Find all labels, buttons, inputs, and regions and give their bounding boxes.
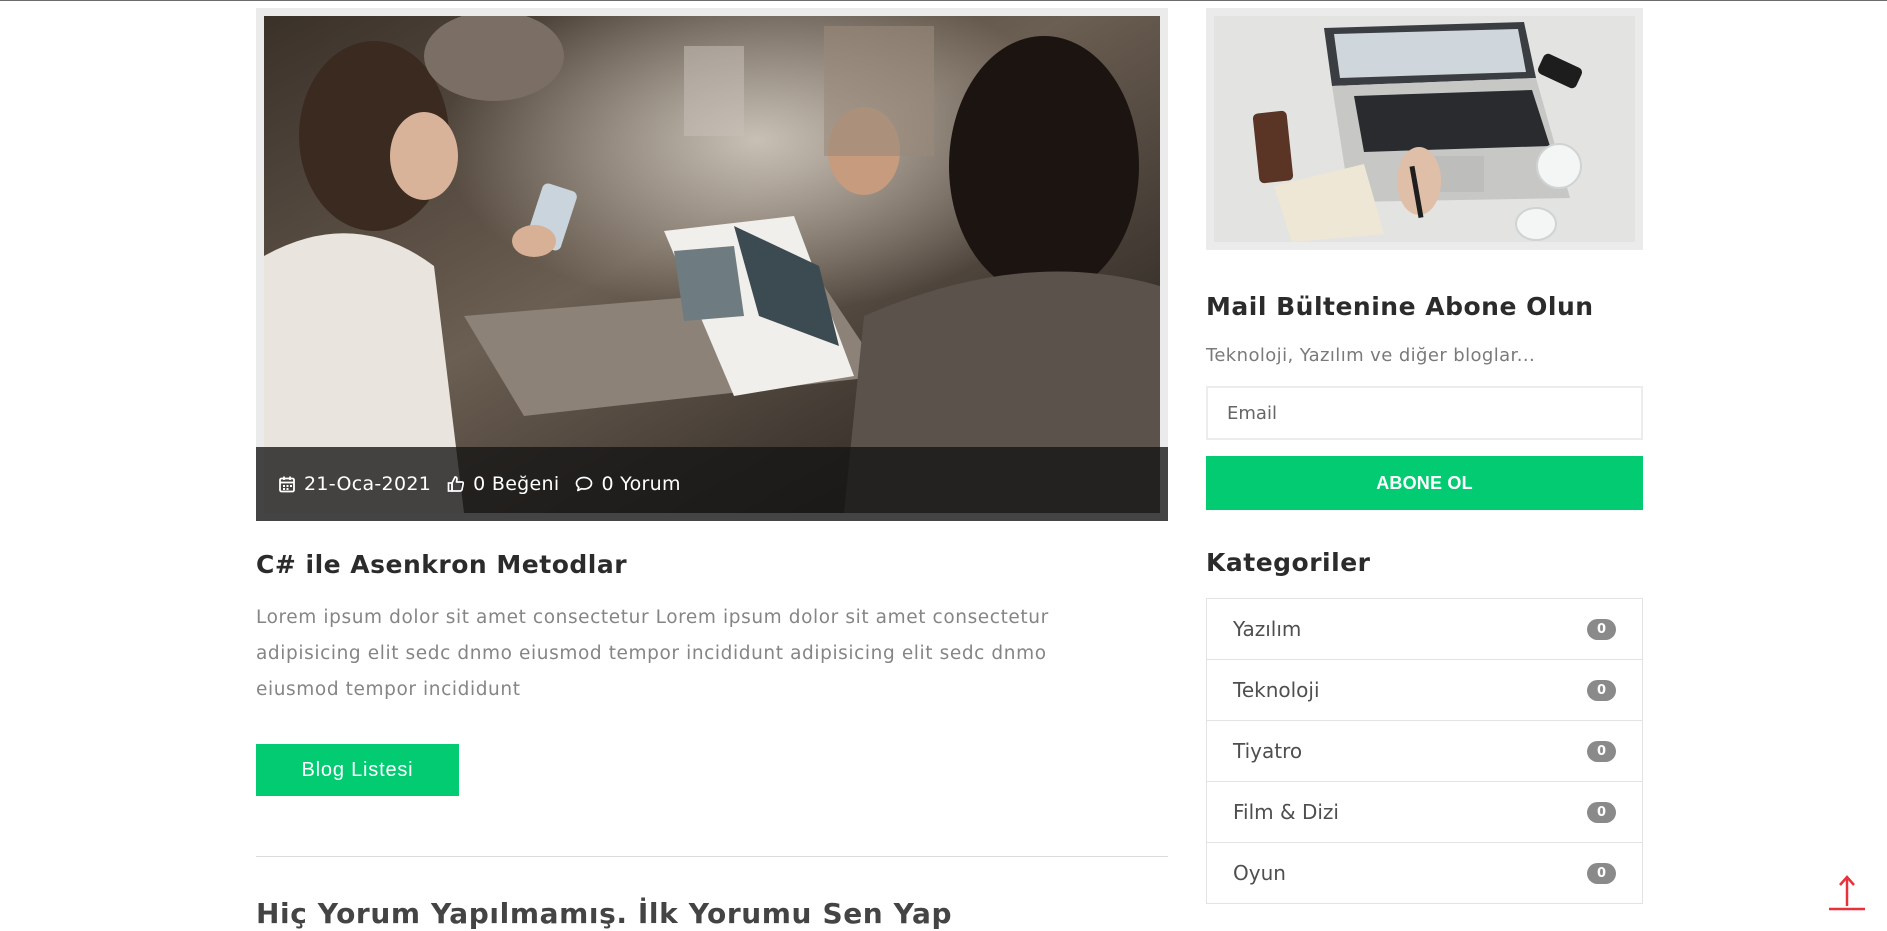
post-likes-text: 0 Beğeni [473, 473, 560, 495]
category-label: Oyun [1233, 861, 1286, 885]
post-comments-text: 0 Yorum [601, 473, 681, 495]
arrow-up-icon [1829, 875, 1865, 911]
blog-list-button[interactable]: Blog Listesi [256, 744, 459, 796]
category-count-badge: 0 [1587, 740, 1616, 762]
sidebar: Mail Bültenine Abone Olun Teknoloji, Yaz… [1206, 8, 1643, 904]
category-label: Yazılım [1233, 617, 1302, 641]
sidebar-photo-illustration [1214, 16, 1635, 242]
category-count-badge: 0 [1587, 862, 1616, 884]
post-title: C# ile Asenkron Metodlar [256, 550, 628, 579]
category-count-badge: 0 [1587, 679, 1616, 701]
calendar-icon [279, 476, 295, 493]
newsletter-description: Teknoloji, Yazılım ve diğer bloglar... [1206, 345, 1536, 366]
subscribe-button[interactable]: ABONE OL [1206, 456, 1643, 510]
post-excerpt: Lorem ipsum dolor sit amet consectetur L… [256, 607, 1049, 700]
category-item[interactable]: Teknoloji 0 [1207, 660, 1642, 721]
post-featured-image: 21-Oca-2021 0 Beğeni 0 Yorum [256, 8, 1168, 521]
categories-heading: Kategoriler [1206, 548, 1371, 577]
post-date-text: 21-Oca-2021 [304, 473, 432, 495]
sidebar-image [1206, 8, 1643, 250]
thumbs-up-icon [447, 476, 465, 492]
category-item[interactable]: Tiyatro 0 [1207, 721, 1642, 782]
blog-post: 21-Oca-2021 0 Beğeni 0 Yorum C# ile Asen… [256, 8, 1168, 930]
newsletter-heading: Mail Bültenine Abone Olun [1206, 292, 1594, 321]
category-count-badge: 0 [1587, 801, 1616, 823]
category-count-badge: 0 [1587, 618, 1616, 640]
category-item[interactable]: Yazılım 0 [1207, 599, 1642, 660]
post-date: 21-Oca-2021 [278, 473, 431, 495]
post-comments[interactable]: 0 Yorum [575, 473, 680, 495]
comments-heading: Hiç Yorum Yapılmamış. İlk Yorumu Sen Yap [256, 897, 953, 930]
category-label: Tiyatro [1233, 739, 1303, 763]
top-border [0, 0, 1887, 1]
post-meta-bar: 21-Oca-2021 0 Beğeni 0 Yorum [256, 447, 1168, 521]
category-label: Film & Dizi [1233, 800, 1339, 824]
post-photo [264, 16, 1160, 513]
category-item[interactable]: Film & Dizi 0 [1207, 782, 1642, 843]
comment-icon [576, 476, 593, 492]
email-input[interactable] [1206, 386, 1643, 440]
section-divider [256, 856, 1168, 857]
category-item[interactable]: Oyun 0 [1207, 843, 1642, 904]
post-photo-illustration [264, 16, 1160, 513]
category-list: Yazılım 0 Teknoloji 0 Tiyatro 0 Film & D… [1206, 598, 1643, 904]
post-likes[interactable]: 0 Beğeni [447, 473, 559, 495]
category-label: Teknoloji [1233, 678, 1320, 702]
scroll-to-top-button[interactable] [1826, 872, 1868, 914]
